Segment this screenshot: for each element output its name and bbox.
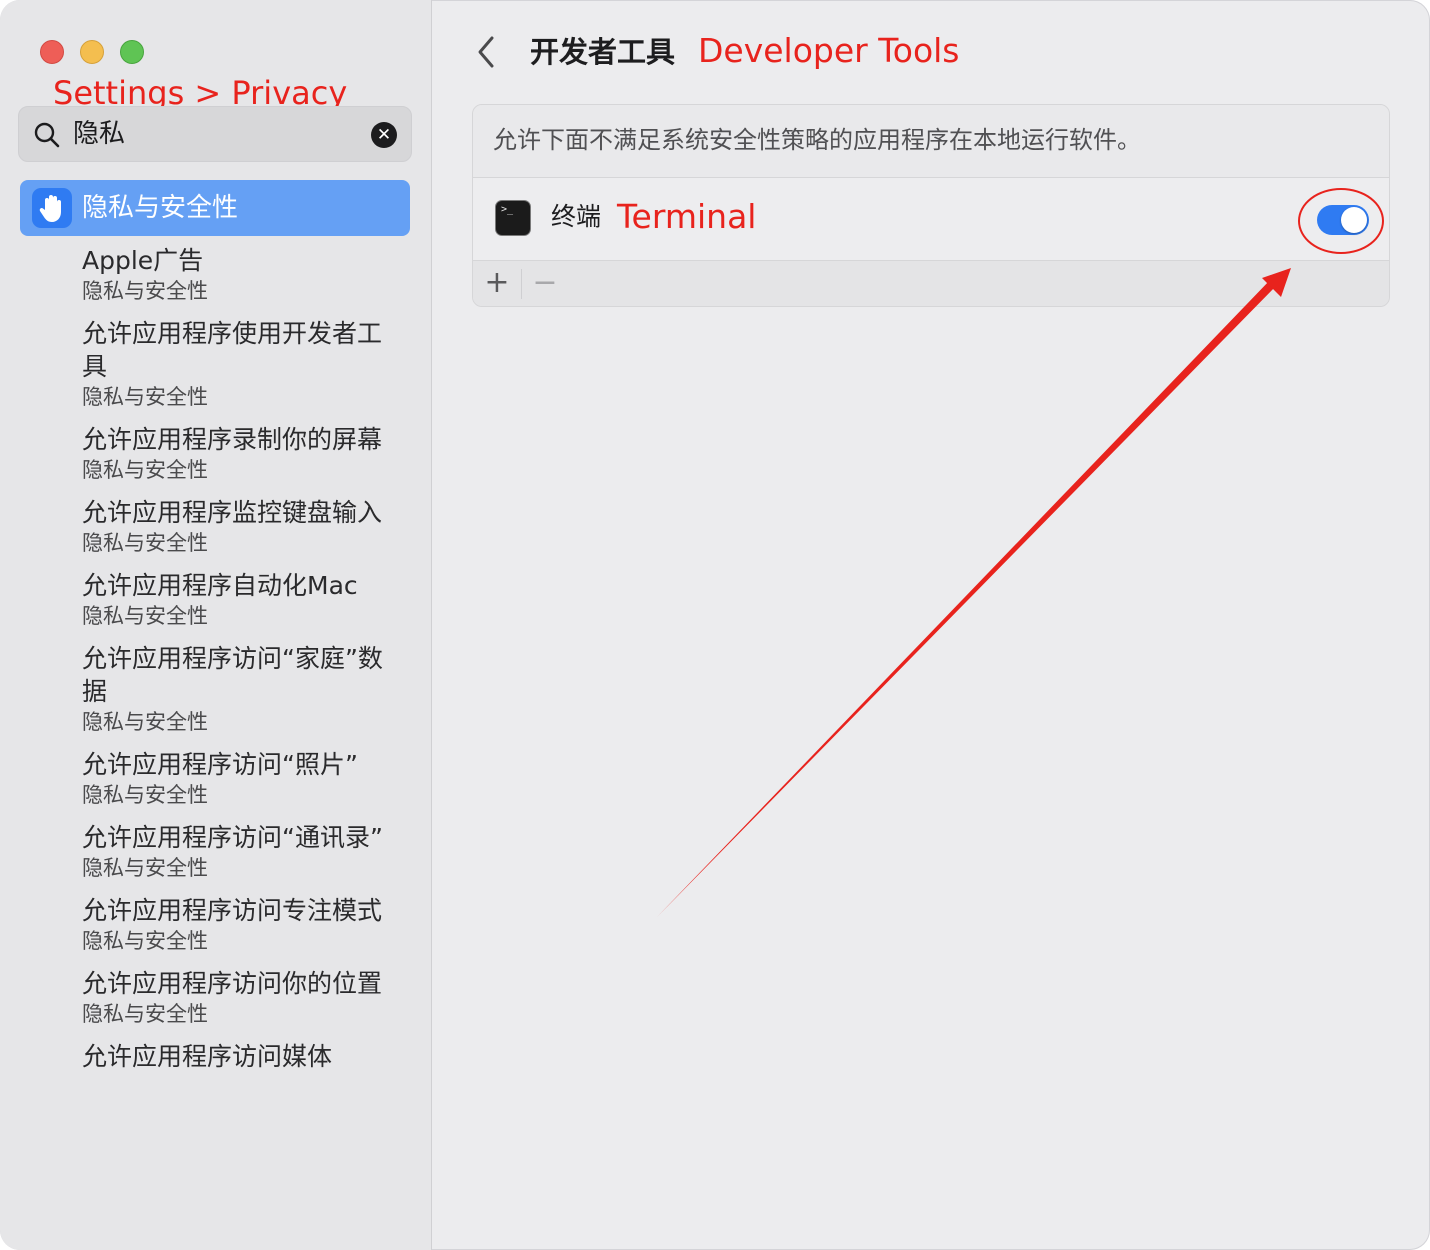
annotation-page: Developer Tools (698, 31, 960, 70)
panel-footer: + − (473, 261, 1389, 306)
panel-description: 允许下面不满足系统安全性策略的应用程序在本地运行软件。 (473, 105, 1389, 178)
result-title: 允许应用程序访问媒体 (82, 1042, 333, 1071)
app-name: 终端 (551, 202, 602, 231)
sidebar: Settings > Privacy 隐私 ✕ 隐私与安全性 Apple广告 隐私… (0, 0, 432, 1250)
add-app-button[interactable]: + (483, 265, 511, 301)
search-result-item[interactable]: 允许应用程序监控键盘输入隐私与安全性 (82, 496, 392, 557)
main-content: 开发者工具 Developer Tools 允许下面不满足系统安全性策略的应用程… (432, 0, 1430, 1250)
back-chevron-icon[interactable] (472, 34, 502, 70)
app-row-terminal[interactable]: >_ 终端 Terminal (473, 178, 1389, 261)
hand-raised-icon (32, 188, 72, 228)
search-result-item[interactable]: 允许应用程序访问“通讯录” 隐私与安全性 (82, 821, 392, 882)
result-title: 允许应用程序访问“通讯录” (82, 823, 383, 852)
sidebar-item-privacy-security[interactable]: 隐私与安全性 (20, 180, 410, 236)
search-result-item[interactable]: 允许应用程序录制你的屏幕隐私与安全性 (82, 423, 392, 484)
result-subtitle: 隐私与安全性 (82, 279, 208, 303)
footer-divider (521, 269, 522, 299)
result-title: 允许应用程序访问专注模式 (82, 896, 383, 925)
remove-app-button[interactable]: − (531, 265, 559, 301)
result-title: 允许应用程序监控键盘输入 (82, 498, 383, 527)
clear-search-icon[interactable]: ✕ (371, 122, 397, 148)
search-result-item[interactable]: 允许应用程序访问媒体 (82, 1040, 392, 1073)
description-text: 允许下面不满足系统安全性策略的应用程序在本地运行软件。 (493, 126, 1141, 154)
result-title: 允许应用程序访问你的位置 (82, 969, 383, 998)
result-subtitle: 隐私与安全性 (82, 604, 208, 628)
result-subtitle: 隐私与安全性 (82, 783, 208, 807)
result-title: 允许应用程序自动化Mac (82, 571, 358, 600)
result-subtitle: 隐私与安全性 (82, 929, 208, 953)
result-title: 允许应用程序录制你的屏幕 (82, 425, 383, 454)
terminal-icon: >_ (495, 200, 531, 236)
result-subtitle: 隐私与安全性 (82, 856, 208, 880)
settings-window: Settings > Privacy 隐私 ✕ 隐私与安全性 Apple广告 隐私… (0, 0, 1430, 1250)
page-title: 开发者工具 (530, 35, 676, 69)
minimize-button[interactable] (80, 40, 104, 64)
developer-tools-panel: 允许下面不满足系统安全性策略的应用程序在本地运行软件。 >_ 终端 Termin… (472, 104, 1390, 307)
sidebar-item-label: 隐私与安全性 (82, 193, 239, 223)
search-results-list: Apple广告 隐私与安全性 允许应用程序使用开发者工具 隐私与安全性 允许应用程序录制… (82, 244, 392, 1085)
search-result-item[interactable]: 允许应用程序访问“照片” 隐私与安全性 (82, 748, 392, 809)
search-result-item[interactable]: Apple广告隐私与安全性 (82, 244, 392, 305)
maximize-button[interactable] (120, 40, 144, 64)
result-subtitle: 隐私与安全性 (82, 710, 208, 734)
search-result-item[interactable]: 允许应用程序访问专注模式隐私与安全性 (82, 894, 392, 955)
result-subtitle: 隐私与安全性 (82, 531, 208, 555)
result-subtitle: 隐私与安全性 (82, 1002, 208, 1026)
result-title: Apple广告 (82, 246, 204, 275)
search-icon (34, 122, 60, 148)
result-subtitle: 隐私与安全性 (82, 385, 208, 409)
result-title: 允许应用程序使用开发者工具 (82, 319, 383, 381)
annotation-app: Terminal (617, 197, 757, 236)
search-input[interactable]: 隐私 (73, 117, 125, 151)
terminal-toggle-switch[interactable] (1317, 205, 1369, 235)
close-button[interactable] (40, 40, 64, 64)
search-result-item[interactable]: 允许应用程序访问“家庭”数据隐私与安全性 (82, 642, 392, 736)
search-result-item[interactable]: 允许应用程序自动化Mac 隐私与安全性 (82, 569, 392, 630)
search-result-item[interactable]: 允许应用程序使用开发者工具隐私与安全性 (82, 317, 392, 411)
toggle-knob (1341, 207, 1367, 233)
result-title: 允许应用程序访问“家庭”数据 (82, 644, 383, 706)
result-title: 允许应用程序访问“照片” (82, 750, 358, 779)
search-field[interactable]: 隐私 ✕ (18, 106, 412, 162)
result-subtitle: 隐私与安全性 (82, 458, 208, 482)
search-result-item[interactable]: 允许应用程序访问你的位置隐私与安全性 (82, 967, 392, 1028)
